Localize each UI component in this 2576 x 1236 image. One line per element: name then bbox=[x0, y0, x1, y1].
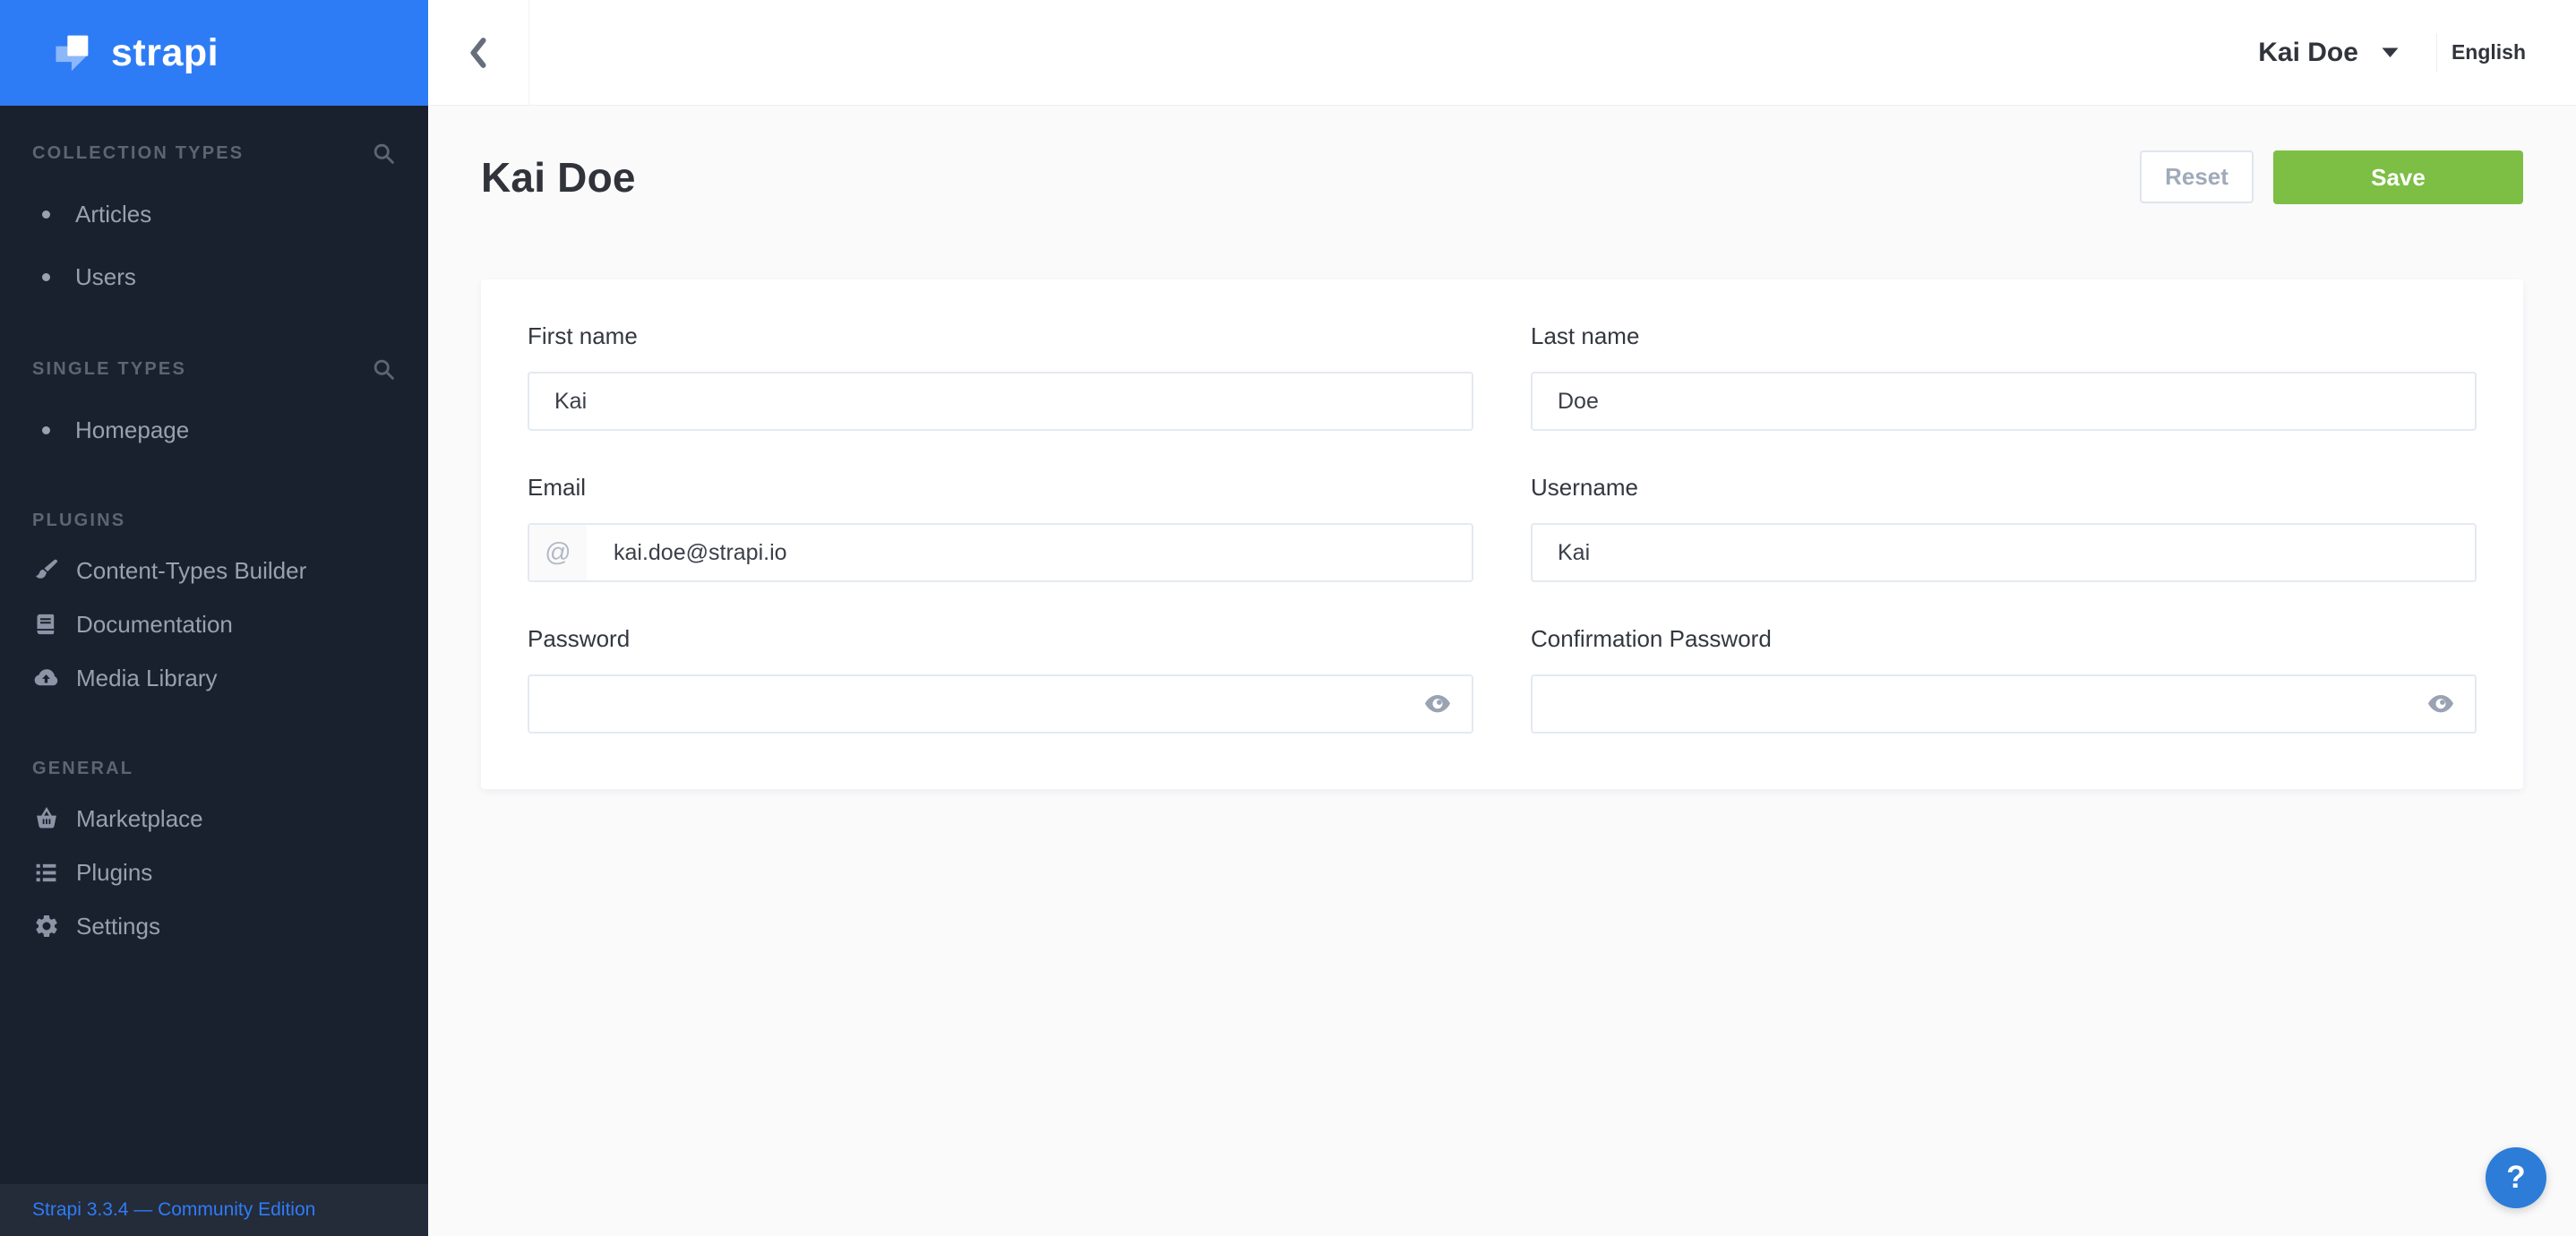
sidebar-footer: Strapi 3.3.4 — Community Edition bbox=[0, 1184, 428, 1236]
username-input[interactable] bbox=[1531, 523, 2477, 582]
field-confirmation-password: Confirmation Password bbox=[1531, 625, 2477, 734]
last-name-label: Last name bbox=[1531, 322, 2477, 350]
sidebar-item-marketplace[interactable]: Marketplace bbox=[32, 804, 396, 833]
list-icon bbox=[32, 860, 60, 886]
chevron-left-icon bbox=[468, 34, 489, 72]
sidebar-item-label: Homepage bbox=[75, 416, 189, 444]
sidebar-item-label: Articles bbox=[75, 200, 151, 228]
user-form-card: First name Last name Email bbox=[481, 279, 2523, 789]
at-sign-addon: @ bbox=[529, 525, 587, 580]
sidebar-nav: COLLECTION TYPES Articles Users SINGLE T… bbox=[0, 106, 428, 1184]
sidebar-item-label: Content-Types Builder bbox=[76, 556, 306, 585]
cloud-upload-icon bbox=[32, 665, 60, 692]
sidebar-item-label: Marketplace bbox=[76, 804, 203, 833]
last-name-input[interactable] bbox=[1531, 372, 2477, 431]
strapi-logo-text: strapi bbox=[111, 31, 219, 75]
sidebar-item-content-types-builder[interactable]: Content-Types Builder bbox=[32, 556, 396, 585]
password-input[interactable] bbox=[528, 674, 1473, 734]
sidebar-item-plugins[interactable]: Plugins bbox=[32, 858, 396, 887]
field-email: Email @ bbox=[528, 474, 1473, 582]
email-label: Email bbox=[528, 474, 1473, 502]
field-first-name: First name bbox=[528, 322, 1473, 431]
page-title: Kai Doe bbox=[481, 153, 636, 202]
field-password: Password bbox=[528, 625, 1473, 734]
field-username: Username bbox=[1531, 474, 2477, 582]
main-area: Kai Doe English Kai Doe Reset Save First… bbox=[428, 0, 2576, 1236]
sidebar-item-label: Plugins bbox=[76, 858, 152, 887]
sidebar-item-homepage[interactable]: Homepage bbox=[32, 416, 396, 444]
search-icon[interactable] bbox=[372, 142, 396, 166]
section-general-label: GENERAL bbox=[32, 759, 133, 779]
user-name: Kai Doe bbox=[2258, 38, 2358, 68]
reset-button[interactable]: Reset bbox=[2140, 150, 2254, 203]
field-last-name: Last name bbox=[1531, 322, 2477, 431]
strapi-logo[interactable]: strapi bbox=[0, 0, 428, 106]
confirmation-password-input[interactable] bbox=[1531, 674, 2477, 734]
section-collection-types: COLLECTION TYPES Articles Users bbox=[32, 142, 396, 291]
search-icon[interactable] bbox=[372, 357, 396, 382]
section-plugins-label: PLUGINS bbox=[32, 511, 125, 531]
sidebar-item-settings[interactable]: Settings bbox=[32, 912, 396, 940]
sidebar-item-users[interactable]: Users bbox=[32, 262, 396, 291]
strapi-logo-icon bbox=[50, 32, 91, 73]
user-menu[interactable]: Kai Doe bbox=[2258, 38, 2399, 68]
eye-icon[interactable] bbox=[1423, 693, 1452, 715]
bullet-icon bbox=[42, 210, 50, 219]
first-name-input[interactable] bbox=[528, 372, 1473, 431]
sidebar: strapi COLLECTION TYPES Articles Users bbox=[0, 0, 428, 1236]
sidebar-item-articles[interactable]: Articles bbox=[32, 200, 396, 228]
language-selector[interactable]: English bbox=[2451, 40, 2526, 64]
sidebar-item-label: Settings bbox=[76, 912, 160, 940]
bullet-icon bbox=[42, 273, 50, 281]
brush-icon bbox=[32, 557, 60, 584]
sidebar-item-documentation[interactable]: Documentation bbox=[32, 610, 396, 639]
section-plugins: PLUGINS Content-Types Builder bbox=[32, 511, 396, 692]
basket-icon bbox=[32, 805, 60, 832]
sidebar-item-label: Media Library bbox=[76, 664, 218, 692]
bullet-icon bbox=[42, 426, 50, 434]
first-name-label: First name bbox=[528, 322, 1473, 350]
sidebar-item-label: Users bbox=[75, 262, 136, 291]
section-collection-types-label: COLLECTION TYPES bbox=[32, 143, 244, 164]
password-label: Password bbox=[528, 625, 1473, 653]
back-button[interactable] bbox=[428, 0, 529, 105]
gear-icon bbox=[32, 913, 60, 940]
section-general: GENERAL Marketplace bbox=[32, 759, 396, 940]
sidebar-item-media-library[interactable]: Media Library bbox=[32, 664, 396, 692]
book-icon bbox=[32, 611, 60, 638]
sidebar-item-label: Documentation bbox=[76, 610, 233, 639]
section-single-types: SINGLE TYPES Homepage bbox=[32, 357, 396, 444]
email-input[interactable] bbox=[528, 523, 1473, 582]
eye-icon[interactable] bbox=[2426, 693, 2455, 715]
topbar: Kai Doe English bbox=[428, 0, 2576, 106]
save-button[interactable]: Save bbox=[2273, 150, 2523, 204]
section-single-types-label: SINGLE TYPES bbox=[32, 359, 186, 380]
confirmation-password-label: Confirmation Password bbox=[1531, 625, 2477, 653]
help-button[interactable]: ? bbox=[2486, 1147, 2546, 1208]
topbar-divider bbox=[2436, 33, 2437, 73]
username-label: Username bbox=[1531, 474, 2477, 502]
strapi-version-link[interactable]: Strapi 3.3.4 — Community Edition bbox=[32, 1199, 315, 1221]
content: Kai Doe Reset Save First name Last name bbox=[428, 106, 2576, 1236]
caret-down-icon bbox=[2382, 47, 2399, 58]
